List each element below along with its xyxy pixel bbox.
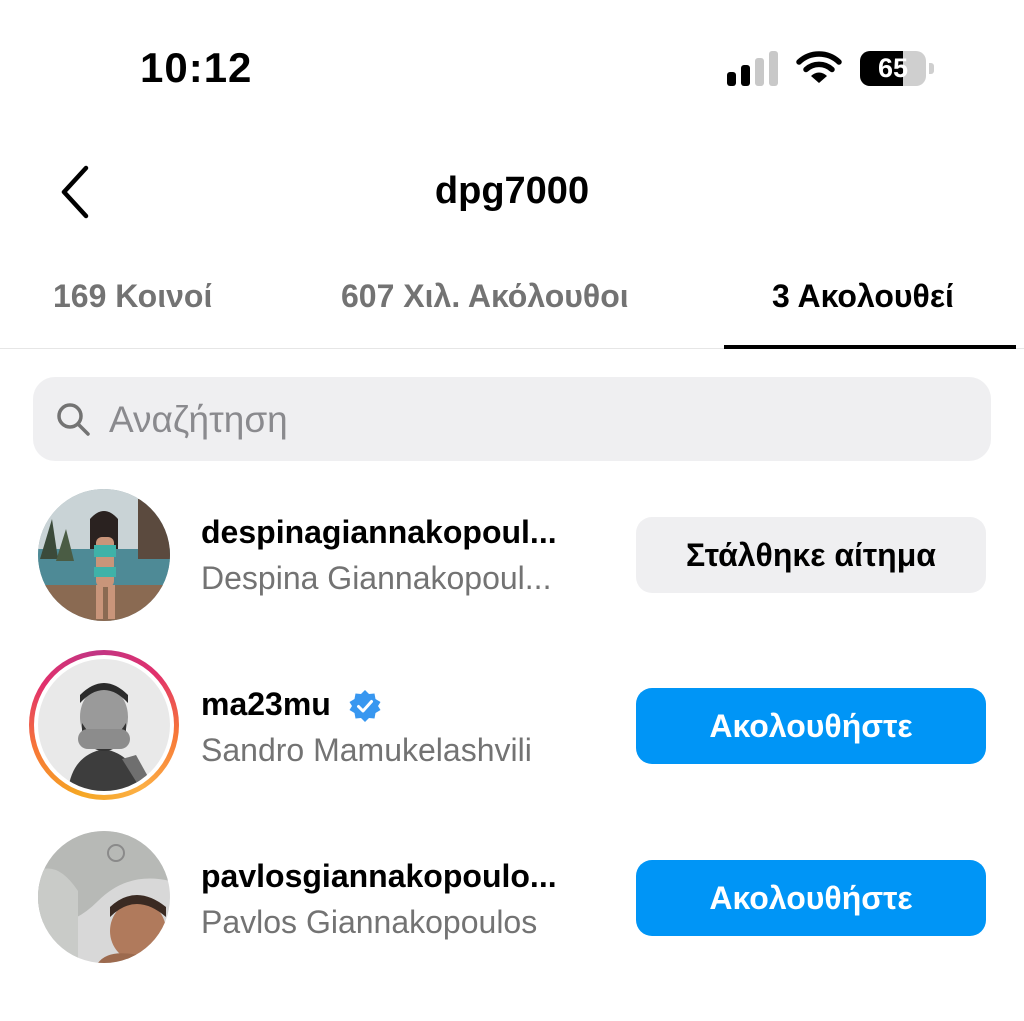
battery-level: 65 — [877, 53, 909, 83]
full-name: Despina Giannakopoul... — [201, 560, 552, 596]
full-name: Pavlos Giannakopoulos — [201, 904, 538, 940]
wifi-icon — [796, 50, 842, 86]
search-input[interactable] — [107, 391, 971, 449]
avatar[interactable] — [38, 659, 170, 791]
username[interactable]: despinagiannakopoul... — [201, 514, 557, 551]
requested-button[interactable]: Στάλθηκε αίτημα — [636, 517, 986, 593]
avatar[interactable] — [38, 831, 170, 963]
username[interactable]: ma23mu — [201, 686, 331, 723]
follow-button[interactable]: Ακολουθήστε — [636, 860, 986, 936]
battery-icon: 65 — [860, 51, 936, 86]
verified-badge-icon — [349, 690, 381, 722]
follow-button[interactable]: Ακολουθήστε — [636, 688, 986, 764]
username[interactable]: pavlosgiannakopoulo... — [201, 858, 557, 895]
full-name: Sandro Mamukelashvili — [201, 732, 532, 768]
search-icon — [57, 403, 90, 436]
tab-followers[interactable]: 607 Χιλ. Ακόλουθοι — [341, 278, 629, 315]
status-bar: 10:12 65 — [0, 0, 1024, 140]
tab-mutual[interactable]: 169 Κοινοί — [53, 278, 212, 315]
list-item[interactable]: pavlosgiannakopoulo... Pavlos Giannakopo… — [0, 820, 1024, 980]
status-time: 10:12 — [140, 44, 253, 91]
list-item[interactable]: ma23mu Sandro Mamukelashvili Ακολουθήστε — [0, 648, 1024, 808]
avatar[interactable] — [38, 489, 170, 621]
page-title: dpg7000 — [434, 170, 590, 212]
search-box[interactable] — [33, 377, 991, 461]
active-tab-indicator — [724, 345, 1016, 349]
tab-following[interactable]: 3 Ακολουθεί — [772, 278, 954, 315]
cellular-signal-icon — [727, 50, 779, 86]
list-item[interactable]: despinagiannakopoul... Despina Giannakop… — [0, 476, 1024, 636]
